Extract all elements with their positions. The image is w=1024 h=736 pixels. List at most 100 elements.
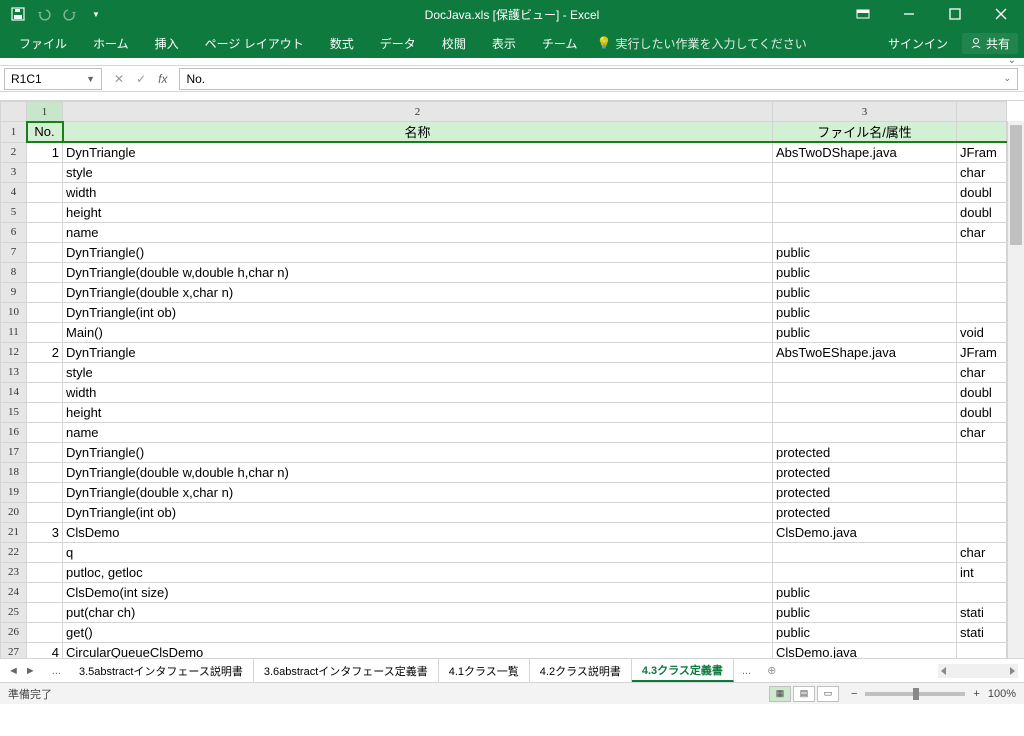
redo-icon[interactable]: [62, 6, 78, 22]
cell[interactable]: doubl: [957, 182, 1007, 202]
row-header[interactable]: 20: [1, 502, 27, 522]
cell[interactable]: [27, 322, 63, 342]
row-header[interactable]: 6: [1, 222, 27, 242]
tab-data[interactable]: データ: [367, 28, 429, 58]
row-header[interactable]: 12: [1, 342, 27, 362]
cell[interactable]: [957, 462, 1007, 482]
cell[interactable]: void: [957, 322, 1007, 342]
cell[interactable]: [773, 362, 957, 382]
cell[interactable]: JFram: [957, 342, 1007, 362]
grid-header-name[interactable]: 名称: [63, 122, 773, 143]
row-header[interactable]: 17: [1, 442, 27, 462]
tab-view[interactable]: 表示: [479, 28, 529, 58]
cell[interactable]: [27, 362, 63, 382]
cell[interactable]: putloc, getloc: [63, 562, 773, 582]
cell[interactable]: [773, 382, 957, 402]
grid-header-no[interactable]: No.: [27, 122, 63, 143]
cell[interactable]: doubl: [957, 382, 1007, 402]
cell[interactable]: public: [773, 282, 957, 302]
row-header[interactable]: 9: [1, 282, 27, 302]
cell[interactable]: [27, 202, 63, 222]
cell[interactable]: name: [63, 222, 773, 242]
cell[interactable]: ClsDemo.java: [773, 522, 957, 542]
tell-me[interactable]: 💡 実行したい作業を入力してください: [596, 35, 806, 52]
namebox-dropdown-icon[interactable]: ▼: [86, 74, 95, 84]
row-header[interactable]: 22: [1, 542, 27, 562]
row-header[interactable]: 19: [1, 482, 27, 502]
cell[interactable]: [773, 162, 957, 182]
vertical-scrollbar[interactable]: [1007, 121, 1024, 658]
cell[interactable]: char: [957, 222, 1007, 242]
cell[interactable]: protected: [773, 462, 957, 482]
row-header[interactable]: 11: [1, 322, 27, 342]
cell[interactable]: DynTriangle(int ob): [63, 302, 773, 322]
cell[interactable]: doubl: [957, 202, 1007, 222]
cell[interactable]: put(char ch): [63, 602, 773, 622]
col-header-4[interactable]: [957, 102, 1007, 122]
cell[interactable]: AbsTwoEShape.java: [773, 342, 957, 362]
tab-file[interactable]: ファイル: [6, 28, 80, 58]
row-header[interactable]: 21: [1, 522, 27, 542]
cell[interactable]: height: [63, 202, 773, 222]
zoom-slider[interactable]: [865, 692, 965, 696]
cell[interactable]: JFram: [957, 142, 1007, 162]
tab-formulas[interactable]: 数式: [317, 28, 367, 58]
qat-dropdown-icon[interactable]: ▼: [88, 6, 104, 22]
scroll-thumb[interactable]: [1010, 125, 1022, 245]
cell[interactable]: [773, 562, 957, 582]
cell[interactable]: char: [957, 422, 1007, 442]
cell[interactable]: name: [63, 422, 773, 442]
share-button[interactable]: 共有: [962, 33, 1018, 54]
cell[interactable]: [773, 422, 957, 442]
row-header[interactable]: 18: [1, 462, 27, 482]
cell[interactable]: 4: [27, 642, 63, 658]
cell[interactable]: 2: [27, 342, 63, 362]
sheet-tab[interactable]: 3.6abstractインタフェース定義書: [254, 659, 439, 682]
sheet-overflow-left[interactable]: ...: [44, 665, 69, 677]
cell[interactable]: [957, 522, 1007, 542]
cell[interactable]: [27, 182, 63, 202]
cell[interactable]: [773, 222, 957, 242]
row-header[interactable]: 5: [1, 202, 27, 222]
cell[interactable]: [27, 382, 63, 402]
sheet-tab[interactable]: 4.2クラス説明書: [530, 659, 632, 682]
cell[interactable]: CircularQueueClsDemo: [63, 642, 773, 658]
cell[interactable]: DynTriangle: [63, 342, 773, 362]
row-header[interactable]: 7: [1, 242, 27, 262]
col-header-2[interactable]: 2: [63, 102, 773, 122]
cell[interactable]: [27, 562, 63, 582]
cell[interactable]: 3: [27, 522, 63, 542]
horizontal-scrollbar[interactable]: [938, 664, 1018, 678]
cell[interactable]: DynTriangle(double w,double h,char n): [63, 462, 773, 482]
col-header-3[interactable]: 3: [773, 102, 957, 122]
row-header[interactable]: 27: [1, 642, 27, 658]
cell[interactable]: [773, 202, 957, 222]
cell[interactable]: DynTriangle(int ob): [63, 502, 773, 522]
fx-icon[interactable]: fx: [158, 72, 167, 86]
cell[interactable]: public: [773, 622, 957, 642]
sheet-tab[interactable]: 4.3クラス定義書: [632, 659, 734, 682]
cell[interactable]: [773, 182, 957, 202]
cell[interactable]: char: [957, 362, 1007, 382]
select-all-corner[interactable]: [1, 102, 27, 122]
pagelayout-view-button[interactable]: ▤: [793, 686, 815, 702]
cell[interactable]: char: [957, 162, 1007, 182]
tab-insert[interactable]: 挿入: [142, 28, 192, 58]
cell[interactable]: public: [773, 242, 957, 262]
cell[interactable]: public: [773, 582, 957, 602]
signin-link[interactable]: サインイン: [888, 35, 948, 52]
sheet-overflow-right[interactable]: ...: [734, 665, 759, 677]
cell[interactable]: stati: [957, 622, 1007, 642]
cell[interactable]: [27, 222, 63, 242]
spreadsheet-grid[interactable]: 1 2 3 1No.名称ファイル名/属性21DynTriangleAbsTwoD…: [0, 101, 1007, 658]
sheet-tab[interactable]: 4.1クラス一覧: [439, 659, 530, 682]
cell[interactable]: style: [63, 362, 773, 382]
cancel-icon[interactable]: ✕: [114, 72, 124, 86]
cell[interactable]: public: [773, 262, 957, 282]
row-header[interactable]: 23: [1, 562, 27, 582]
cell[interactable]: public: [773, 302, 957, 322]
cell[interactable]: public: [773, 602, 957, 622]
ribbon-options-icon[interactable]: [840, 0, 886, 28]
cell[interactable]: [27, 622, 63, 642]
row-header[interactable]: 24: [1, 582, 27, 602]
